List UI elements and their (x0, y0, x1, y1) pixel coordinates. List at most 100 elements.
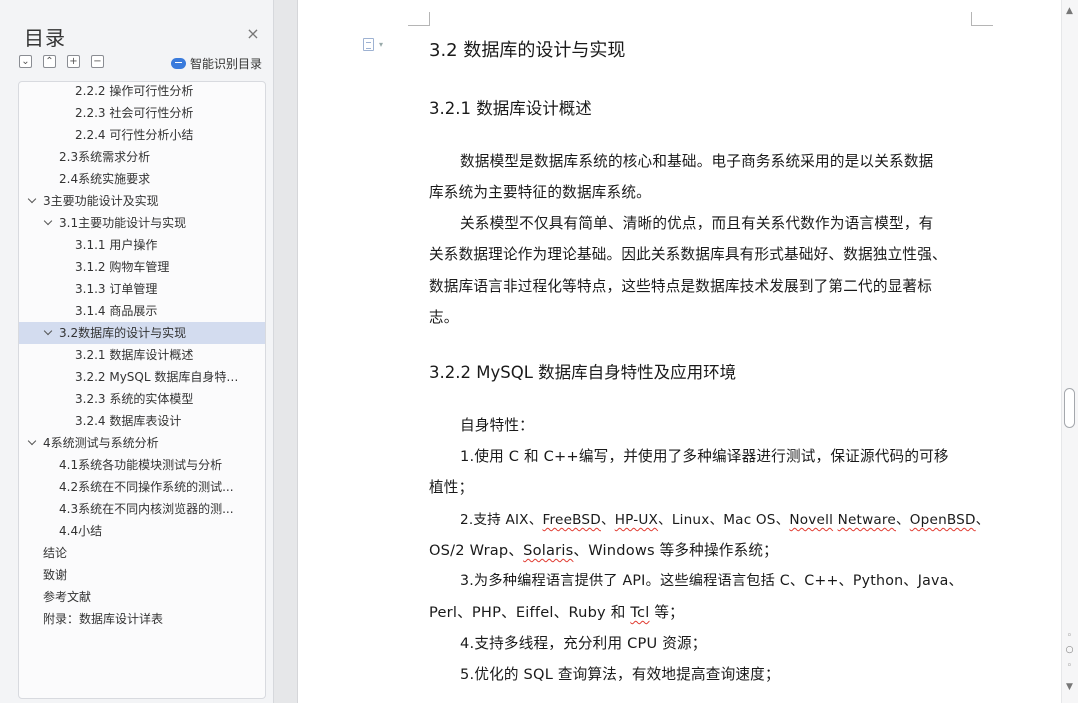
text-run: 、 (600, 512, 615, 528)
select-browse-object-icon[interactable]: ○ (1064, 645, 1075, 656)
toc-item[interactable]: 3.1.1 用户操作 (19, 234, 265, 256)
spellcheck-word[interactable]: OpenBSD (910, 512, 976, 528)
toc-item-label: 2.4系统实施要求 (59, 172, 151, 186)
toc-item[interactable]: 4.2系统在不同操作系统的测试... (19, 476, 265, 498)
remove-heading-button[interactable]: − (91, 55, 104, 68)
toc-item-label: 3.1.2 购物车管理 (75, 260, 170, 274)
collapse-all-button[interactable]: ⌃ (43, 55, 56, 68)
toc-item-label: 3.1.3 订单管理 (75, 282, 158, 296)
spellcheck-word[interactable]: FreeBSD (543, 512, 601, 528)
toc-item[interactable]: 3.1.2 购物车管理 (19, 256, 265, 278)
toc-item-label: 3.1.1 用户操作 (75, 238, 158, 252)
toc-item-label: 致谢 (43, 568, 68, 582)
toc-item[interactable]: 2.3系统需求分析 (19, 146, 265, 168)
toc-item-label: 3.2.2 MySQL 数据库自身特性... (75, 370, 239, 384)
toc-item-label: 2.2.2 操作可行性分析 (75, 84, 194, 98)
spellcheck-word[interactable]: HP-UX (615, 512, 658, 528)
document-page[interactable] (297, 0, 1061, 703)
toc-tree: 2.2.2 操作可行性分析 2.2.3 社会可行性分析 2.2.4 可行性分析小结 2… (18, 81, 266, 699)
toc-item[interactable]: 4.4小结 (19, 520, 265, 542)
paragraph-menu-button[interactable]: ▾ (363, 38, 389, 52)
next-page-icon[interactable]: ◦ (1064, 661, 1075, 672)
spellcheck-word[interactable]: Solaris (523, 542, 573, 559)
toc-item[interactable]: 4系统测试与系统分析 (19, 432, 265, 454)
plus-icon: + (69, 56, 78, 67)
toc-item-label: 2.3系统需求分析 (59, 150, 151, 164)
paragraph-2-line-4: 志。 (429, 309, 459, 326)
text-run: 、Windows 等多种操作系统； (573, 542, 778, 559)
minus-icon: − (93, 56, 102, 67)
toc-panel: 目录 × ⌄ ⌃ + − 智能识别目录 2.2.2 操作可行性分析 2.2.3 社… (0, 0, 274, 703)
toc-item[interactable]: 3.2.2 MySQL 数据库自身特性... (19, 366, 265, 388)
text-run: OS/2 Wrap、 (429, 542, 524, 559)
toc-item[interactable]: 结论 (19, 542, 265, 564)
toc-item-label: 4.4小结 (59, 524, 103, 538)
toc-item[interactable]: 3.2数据库的设计与实现 (19, 322, 265, 344)
spellcheck-word[interactable]: Novell (789, 512, 833, 528)
paragraph-1-line-2: 库系统为主要特征的数据库系统。 (429, 184, 651, 201)
chevron-down-icon[interactable] (28, 196, 37, 205)
toc-item[interactable]: 致谢 (19, 564, 265, 586)
toc-item[interactable]: 3.1.3 订单管理 (19, 278, 265, 300)
add-heading-button[interactable]: + (67, 55, 80, 68)
toc-item-label: 3.1主要功能设计与实现 (59, 216, 187, 230)
chevron-down-icon[interactable] (28, 438, 37, 447)
feature-3-line-2: Perl、PHP、Eiffel、Ruby 和 Tcl 等； (429, 601, 684, 622)
toc-item-label: 3.2.1 数据库设计概述 (75, 348, 194, 362)
scrollbar-thumb[interactable] (1064, 388, 1075, 428)
paragraph-2-line-2: 关系数据理论作为理论基础。因此关系数据库具有形式基础好、数据独立性强、 (429, 246, 947, 263)
expand-all-button[interactable]: ⌄ (19, 55, 32, 68)
margin-mark-top-right (971, 12, 993, 26)
toc-item-label: 4系统测试与系统分析 (43, 436, 159, 450)
toc-item[interactable]: 2.4系统实施要求 (19, 168, 265, 190)
toc-item[interactable]: 3.1.4 商品展示 (19, 300, 265, 322)
heading-3-2-2: 3.2.2 MySQL 数据库自身特性及应用环境 (429, 363, 737, 382)
toc-item[interactable]: 3.2.1 数据库设计概述 (19, 344, 265, 366)
toc-item-label: 3.2数据库的设计与实现 (59, 326, 187, 340)
cloud-icon (171, 57, 186, 69)
caret-down-icon: ▾ (379, 40, 384, 49)
margin-mark-top-left (408, 12, 430, 26)
toc-item[interactable]: 2.2.3 社会可行性分析 (19, 102, 265, 124)
document-canvas (274, 0, 1078, 703)
scroll-down-icon[interactable]: ▼ (1064, 682, 1075, 693)
toc-item-label: 结论 (43, 546, 68, 560)
toc-item-label: 4.1系统各功能模块测试与分析 (59, 458, 223, 472)
feature-1-line-2: 植性； (429, 479, 474, 496)
spellcheck-word[interactable]: Tcl (630, 604, 649, 621)
toc-item[interactable]: 3.1主要功能设计与实现 (19, 212, 265, 234)
text-run: Perl、PHP、Eiffel、Ruby 和 (429, 604, 631, 621)
smart-toc-button[interactable]: 智能识别目录 (171, 54, 262, 72)
feature-2-line-1: 2.支持 AIX、FreeBSD、HP-UX、Linux、Mac OS、Nove… (460, 508, 989, 528)
paragraph-2-line-3: 数据库语言非过程化等特点，这些特点是数据库技术发展到了第二代的显著标 (429, 278, 932, 295)
toc-item[interactable]: 3.2.4 数据库表设计 (19, 410, 265, 432)
toc-item[interactable]: 3.2.3 系统的实体模型 (19, 388, 265, 410)
text-run: 、 (975, 512, 990, 528)
close-icon[interactable]: × (245, 26, 261, 42)
feature-4: 4.支持多线程，充分利用 CPU 资源； (460, 635, 707, 652)
toc-item-label: 附录：数据库设计详表 (43, 612, 164, 626)
toc-item-label: 4.3系统在不同内核浏览器的测... (59, 502, 234, 516)
toc-item-label: 3.2.3 系统的实体模型 (75, 392, 194, 406)
text-run: 等； (649, 604, 684, 621)
document-icon (363, 38, 374, 51)
toc-item[interactable]: 参考文献 (19, 586, 265, 608)
toc-item[interactable]: 2.2.4 可行性分析小结 (19, 124, 265, 146)
chevron-down-icon[interactable] (44, 218, 53, 227)
chevron-down-icon: ⌄ (21, 56, 30, 67)
toc-panel-title: 目录 (24, 26, 66, 50)
toc-item[interactable]: 附录：数据库设计详表 (19, 608, 265, 630)
toc-item[interactable]: 4.3系统在不同内核浏览器的测... (19, 498, 265, 520)
paragraph-2-line-1: 关系模型不仅具有简单、清晰的优点，而且有关系代数作为语言模型，有 (460, 215, 934, 232)
toc-item[interactable]: 4.1系统各功能模块测试与分析 (19, 454, 265, 476)
toc-item[interactable]: 2.2.2 操作可行性分析 (19, 82, 265, 102)
toc-item[interactable]: 3主要功能设计及实现 (19, 190, 265, 212)
scroll-up-icon[interactable]: ▲ (1064, 6, 1075, 17)
chevron-down-icon[interactable] (44, 328, 53, 337)
prev-page-icon[interactable]: ◦ (1064, 631, 1075, 642)
toc-item-label: 4.2系统在不同操作系统的测试... (59, 480, 234, 494)
toc-item-label: 参考文献 (43, 590, 92, 604)
toc-item-label: 2.2.4 可行性分析小结 (75, 128, 194, 142)
spellcheck-word[interactable]: Netware (838, 512, 896, 528)
document-scrollbar[interactable] (1062, 0, 1078, 703)
